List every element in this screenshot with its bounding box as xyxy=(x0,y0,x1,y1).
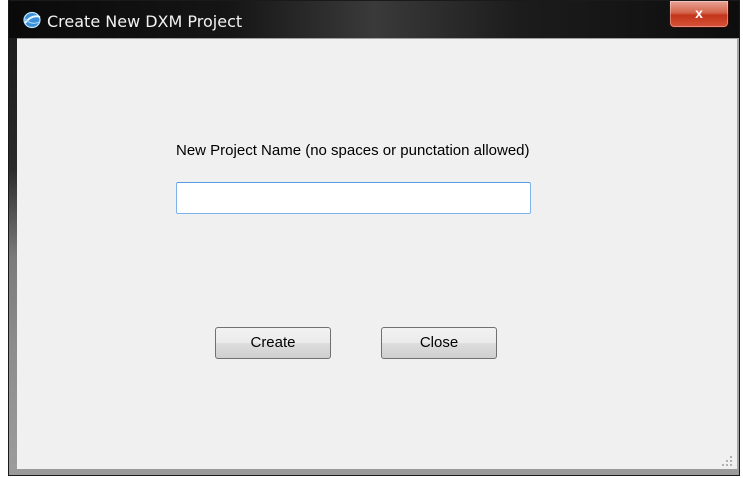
window-frame-left xyxy=(9,38,17,475)
project-name-label: New Project Name (no spaces or punctatio… xyxy=(176,142,530,159)
resize-grip-icon[interactable] xyxy=(721,455,733,467)
window-frame-bottom xyxy=(9,469,739,475)
create-button[interactable]: Create xyxy=(215,327,331,359)
project-name-input[interactable] xyxy=(176,182,531,214)
close-window-button[interactable]: x xyxy=(669,1,729,28)
title-bar[interactable]: Create New DXM Project x xyxy=(9,1,739,38)
close-button[interactable]: Close xyxy=(381,327,497,359)
window-title: Create New DXM Project xyxy=(47,12,243,31)
globe-icon xyxy=(23,11,41,29)
window-frame-right xyxy=(737,38,739,475)
dialog-client-area: New Project Name (no spaces or punctatio… xyxy=(17,38,737,469)
dialog-window: Create New DXM Project x New Project Nam… xyxy=(8,0,740,476)
